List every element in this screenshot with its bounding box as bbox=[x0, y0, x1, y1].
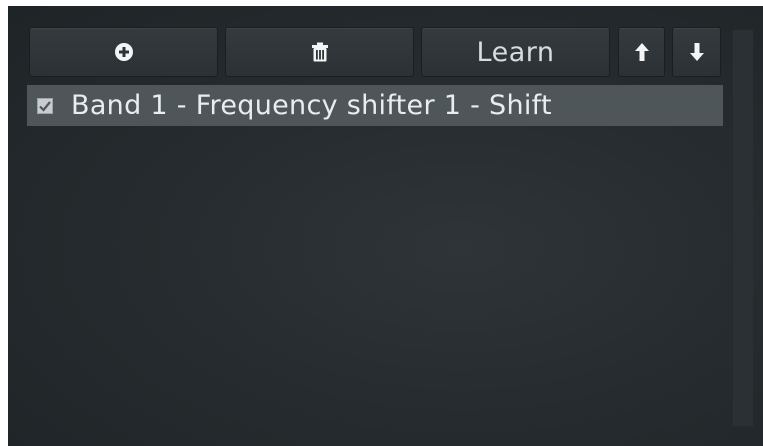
list-item-label: Band 1 - Frequency shifter 1 - Shift bbox=[71, 90, 552, 121]
checkbox[interactable] bbox=[37, 97, 53, 114]
learn-button[interactable]: Learn bbox=[421, 27, 610, 77]
delete-button[interactable] bbox=[225, 27, 414, 77]
list-item[interactable]: Band 1 - Frequency shifter 1 - Shift bbox=[27, 85, 723, 126]
learn-button-label: Learn bbox=[476, 36, 555, 68]
move-up-button[interactable] bbox=[618, 27, 665, 77]
modulation-list: Band 1 - Frequency shifter 1 - Shift bbox=[27, 85, 723, 425]
add-button[interactable] bbox=[29, 27, 218, 77]
arrow-down-icon bbox=[689, 43, 704, 61]
toolbar: Learn bbox=[29, 27, 729, 77]
scrollbar[interactable] bbox=[732, 30, 753, 426]
arrow-up-icon bbox=[634, 43, 649, 61]
move-down-button[interactable] bbox=[672, 27, 721, 77]
plus-circle-icon bbox=[114, 42, 134, 62]
checkbox-checked-icon bbox=[37, 97, 53, 114]
trash-icon bbox=[311, 42, 329, 62]
modulation-panel: Learn Band 1 - Frequency shifter 1 - Shi… bbox=[8, 6, 763, 446]
